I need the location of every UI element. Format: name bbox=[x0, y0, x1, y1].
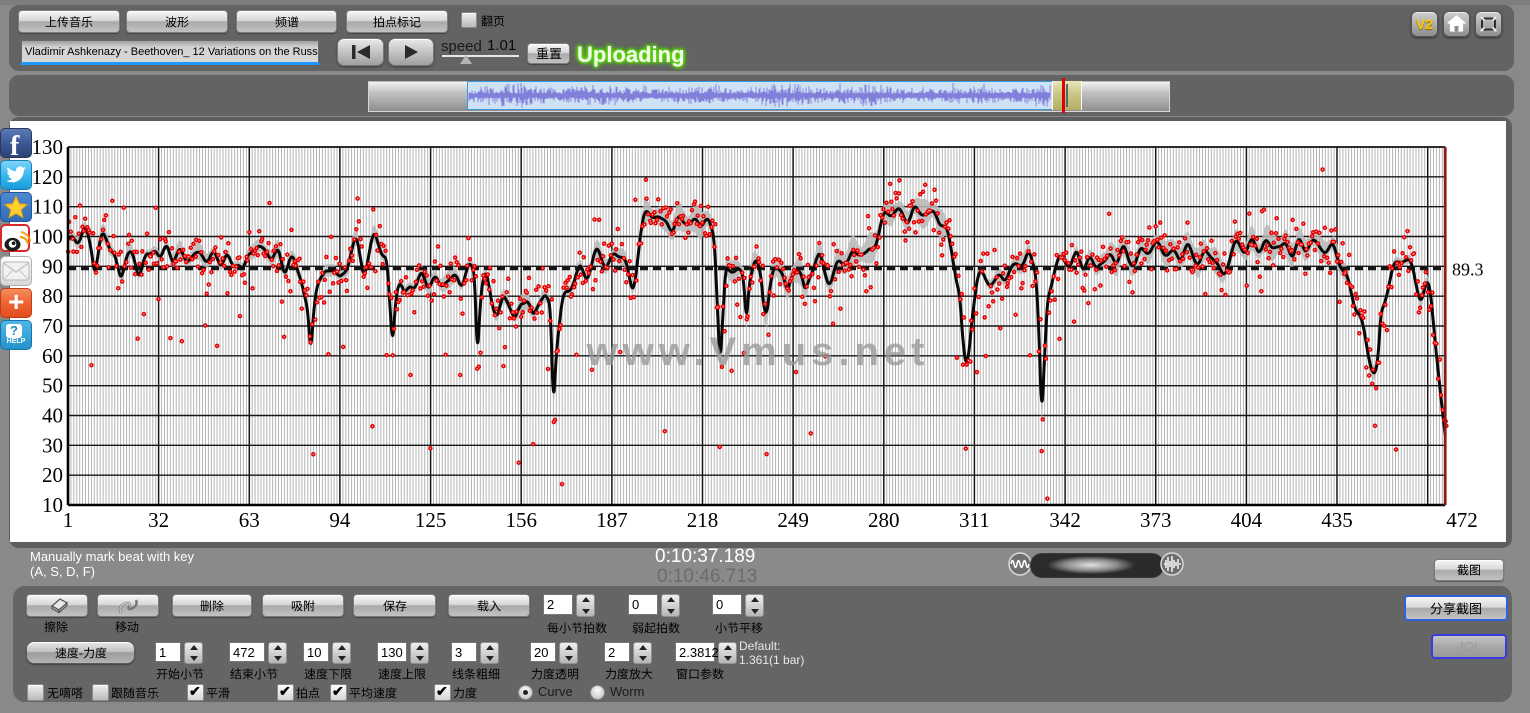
svg-text:120: 120 bbox=[32, 165, 64, 189]
svg-text:311: 311 bbox=[959, 508, 990, 532]
svg-text:70: 70 bbox=[42, 314, 63, 338]
svg-text:1: 1 bbox=[63, 508, 74, 532]
svg-text:80: 80 bbox=[42, 284, 63, 308]
svg-text:10: 10 bbox=[42, 493, 63, 517]
svg-text:472: 472 bbox=[1446, 508, 1478, 532]
svg-text:342: 342 bbox=[1049, 508, 1081, 532]
svg-text:404: 404 bbox=[1231, 508, 1263, 532]
svg-text:373: 373 bbox=[1140, 508, 1172, 532]
svg-text:90: 90 bbox=[42, 254, 63, 278]
svg-text:60: 60 bbox=[42, 344, 63, 368]
svg-text:94: 94 bbox=[329, 508, 351, 532]
svg-text:249: 249 bbox=[777, 508, 809, 532]
svg-text:40: 40 bbox=[42, 404, 63, 428]
svg-text:20: 20 bbox=[42, 463, 63, 487]
svg-text:63: 63 bbox=[239, 508, 260, 532]
svg-text:125: 125 bbox=[415, 508, 447, 532]
svg-text:www.Vmus.net: www.Vmus.net bbox=[585, 330, 929, 374]
svg-text:50: 50 bbox=[42, 374, 63, 398]
svg-text:100: 100 bbox=[32, 225, 64, 249]
svg-text:280: 280 bbox=[868, 508, 900, 532]
svg-text:435: 435 bbox=[1321, 508, 1353, 532]
svg-text:130: 130 bbox=[32, 135, 64, 159]
svg-text:32: 32 bbox=[148, 508, 169, 532]
svg-text:156: 156 bbox=[505, 508, 537, 532]
svg-text:218: 218 bbox=[687, 508, 719, 532]
svg-text:187: 187 bbox=[596, 508, 628, 532]
svg-text:89.3: 89.3 bbox=[1452, 259, 1484, 279]
svg-text:30: 30 bbox=[42, 433, 63, 457]
svg-text:110: 110 bbox=[32, 195, 63, 219]
